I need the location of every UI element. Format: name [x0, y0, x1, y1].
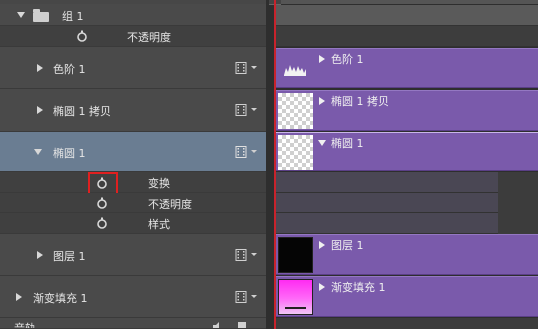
- stopwatch-icon[interactable]: [96, 197, 108, 209]
- clip-label: 色阶 1: [331, 53, 364, 66]
- speaker-icon[interactable]: [213, 322, 223, 329]
- layer-row-levels1[interactable]: 色阶 1: [0, 47, 266, 89]
- folder-icon: [33, 9, 49, 22]
- clip-track[interactable]: 椭圆 1 拷贝: [276, 90, 538, 131]
- layer-name: 组 1: [62, 10, 84, 23]
- group-track[interactable]: [276, 5, 538, 26]
- expand-triangle-icon[interactable]: [319, 55, 325, 63]
- clip-label: 图层 1: [331, 239, 364, 252]
- expand-triangle-icon[interactable]: [318, 140, 326, 146]
- expand-triangle-icon[interactable]: [319, 283, 325, 291]
- layer-name: 音轨: [14, 322, 36, 329]
- clip-track[interactable]: 图层 1: [276, 234, 538, 275]
- expand-triangle-icon[interactable]: [37, 251, 43, 259]
- property-row-opacity[interactable]: 不透明度: [0, 26, 266, 47]
- property-name: 不透明度: [148, 198, 192, 211]
- chevron-down-icon[interactable]: [251, 108, 257, 111]
- layer-row-group1[interactable]: 组 1: [0, 4, 266, 26]
- property-name: 不透明度: [127, 31, 171, 44]
- clip-label: 椭圆 1 拷贝: [331, 95, 389, 108]
- thumbnail-black: [278, 237, 313, 273]
- layer-name: 椭圆 1 拷贝: [53, 105, 111, 118]
- thumbnail-transparent: [278, 135, 313, 170]
- expand-triangle-icon[interactable]: [37, 64, 43, 72]
- chevron-down-icon[interactable]: [251, 66, 257, 69]
- timeline-ruler[interactable]: [276, 0, 538, 4]
- layer-name: 色阶 1: [53, 63, 86, 76]
- clip-track[interactable]: 椭圆 1: [276, 132, 538, 171]
- chevron-down-icon[interactable]: [251, 253, 257, 256]
- layer-list-panel: 组 1 不透明度 色阶 1 椭圆 1 拷贝 椭圆 1 变换 不透明度 样式 图层…: [0, 0, 266, 329]
- property-row-style[interactable]: 样式: [0, 213, 266, 234]
- layer-name: 渐变填充 1: [33, 292, 88, 305]
- thumbnail-transparent: [278, 93, 313, 129]
- layer-row-ellipse1[interactable]: 椭圆 1: [0, 132, 266, 172]
- audio-track[interactable]: [276, 318, 538, 329]
- expand-triangle-icon[interactable]: [319, 97, 325, 105]
- clip-label: 渐变填充 1: [331, 281, 386, 294]
- clip-track[interactable]: 色阶 1: [276, 48, 538, 88]
- expand-triangle-icon[interactable]: [37, 106, 43, 114]
- layer-row-ellipse1-copy[interactable]: 椭圆 1 拷贝: [0, 89, 266, 132]
- layer-row-layer1[interactable]: 图层 1: [0, 234, 266, 276]
- layer-row-audio[interactable]: 音轨: [0, 318, 266, 329]
- playhead-line[interactable]: [274, 0, 276, 329]
- expand-triangle-icon[interactable]: [34, 149, 42, 155]
- music-note-icon[interactable]: [237, 321, 247, 329]
- expand-triangle-icon[interactable]: [17, 12, 25, 18]
- stopwatch-icon[interactable]: [96, 217, 108, 229]
- timeline-panel: 色阶 1 椭圆 1 拷贝 椭圆 1 图层 1 渐变填充 1: [266, 0, 538, 329]
- layer-row-gradient-fill1[interactable]: 渐变填充 1: [0, 276, 266, 318]
- levels-icon: [284, 65, 306, 76]
- expand-triangle-icon[interactable]: [319, 241, 325, 249]
- property-name: 变换: [148, 177, 170, 190]
- thumbnail-gradient: [278, 279, 313, 315]
- layer-name: 椭圆 1: [53, 147, 86, 160]
- property-row-transform[interactable]: 变换: [0, 172, 266, 193]
- property-row-opacity[interactable]: 不透明度: [0, 193, 266, 213]
- clip-track[interactable]: 渐变填充 1: [276, 276, 538, 317]
- layer-name: 图层 1: [53, 250, 86, 263]
- timeline-end-region: [498, 172, 538, 234]
- chevron-down-icon[interactable]: [251, 150, 257, 153]
- expand-triangle-icon[interactable]: [16, 293, 22, 301]
- property-name: 样式: [148, 218, 170, 231]
- property-track[interactable]: [276, 26, 538, 47]
- chevron-down-icon[interactable]: [251, 295, 257, 298]
- stopwatch-icon[interactable]: [76, 30, 88, 42]
- clip-label: 椭圆 1: [331, 137, 364, 150]
